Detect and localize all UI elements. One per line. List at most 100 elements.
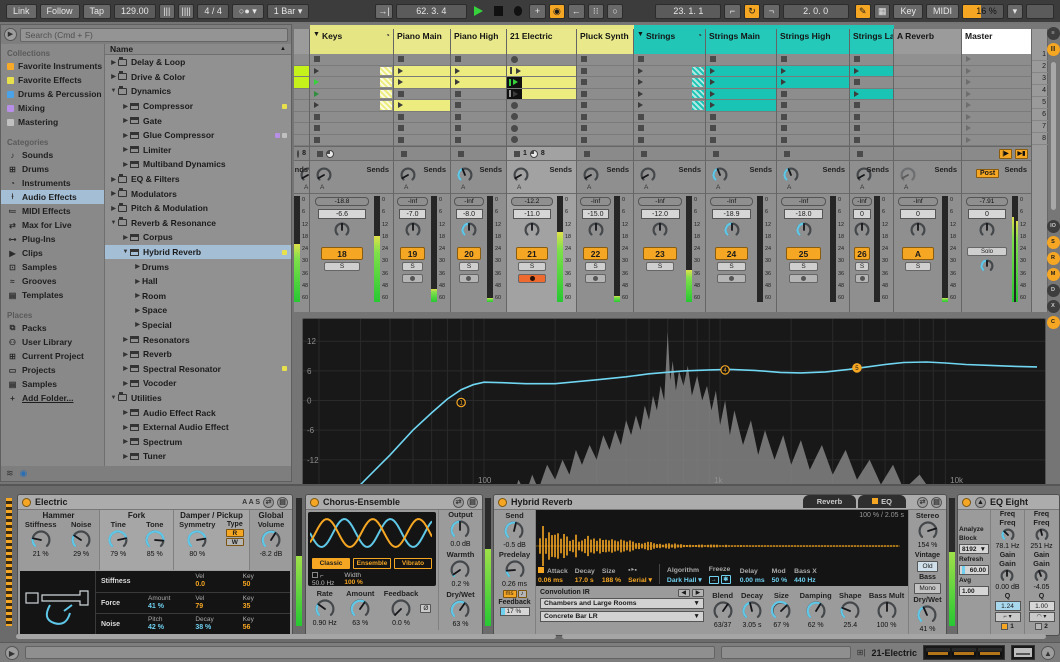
track-number-button[interactable]: 19 xyxy=(400,246,425,260)
noise-decay-field[interactable]: Decay 38 % xyxy=(195,616,242,633)
place-projects[interactable]: ▭ Projects xyxy=(1,363,104,377)
re-enable-automation-icon[interactable]: ← xyxy=(568,3,585,19)
arm-button[interactable] xyxy=(855,273,869,283)
freeze-buttons[interactable]: Freeze → ✱ xyxy=(708,566,733,584)
clip-launch-button[interactable] xyxy=(515,67,521,74)
clip-slot[interactable] xyxy=(577,89,633,100)
clip-slot[interactable] xyxy=(634,112,705,123)
session-record-button[interactable]: ○ xyxy=(606,3,624,19)
clip-slot[interactable] xyxy=(394,54,450,66)
clip-launch-button[interactable] xyxy=(854,90,859,97)
avg-field[interactable]: 1.00 xyxy=(959,586,989,596)
clip-slot[interactable] xyxy=(850,54,893,66)
device-activator-toggle[interactable] xyxy=(22,497,31,507)
place-user-library[interactable]: ⚇ User Library xyxy=(1,335,104,349)
clip-launch-button[interactable] xyxy=(710,79,715,86)
midi-map-button[interactable]: MIDI xyxy=(925,3,959,19)
clip-slot[interactable] xyxy=(850,123,893,135)
clip-slot[interactable] xyxy=(507,123,576,135)
clip-slot[interactable] xyxy=(850,112,893,123)
track-number-button[interactable]: 25 xyxy=(786,246,821,260)
session-view-toggle[interactable]: ||| xyxy=(1046,43,1060,56)
ir-category-select[interactable]: Chambers and Large Rooms ▼ xyxy=(540,598,704,609)
clip-slot[interactable] xyxy=(777,54,849,66)
clip-slot[interactable] xyxy=(777,135,849,146)
clip-stop-button[interactable] xyxy=(455,136,461,143)
solo-button[interactable]: Solo xyxy=(967,246,1007,256)
track-stop-button[interactable] xyxy=(713,150,719,157)
clip-slot[interactable] xyxy=(310,54,393,66)
clip-slot[interactable] xyxy=(451,77,506,89)
clip-stop-button[interactable] xyxy=(781,125,787,132)
tree-item-delay-loop[interactable]: ▶ Delay & Loop xyxy=(105,55,291,70)
collection-mixing[interactable]: Mixing xyxy=(1,101,104,115)
clip-slot[interactable] xyxy=(634,89,705,100)
scene-launch-button[interactable] xyxy=(966,113,971,120)
place-samples[interactable]: ▤ Samples xyxy=(1,377,104,391)
rate-knob[interactable]: Rate 0.90 Hz xyxy=(313,589,337,628)
arm-button[interactable] xyxy=(788,273,819,283)
clip-slot[interactable] xyxy=(706,135,776,146)
block-select[interactable]: 8192 ▼ xyxy=(959,544,989,554)
device-overview-extra[interactable] xyxy=(1011,645,1035,660)
clip-stop-button[interactable] xyxy=(638,56,644,63)
clip-stop-button[interactable] xyxy=(638,113,644,120)
tree-arrow-icon[interactable]: ▶ xyxy=(133,278,142,285)
track-header-piano-main[interactable]: Piano Main xyxy=(394,29,450,54)
key-map-button[interactable]: Key xyxy=(893,3,923,19)
group-slot-button[interactable] xyxy=(314,102,319,109)
back-to-arrangement-button[interactable]: |▶ xyxy=(999,148,1012,159)
clip-stop-button[interactable] xyxy=(710,56,716,63)
tree-arrow-icon[interactable]: ▶ xyxy=(121,380,130,387)
clip-slot[interactable] xyxy=(894,100,961,112)
tree-item-reverb[interactable]: ▶ Reverb xyxy=(105,347,291,362)
tree-item-utilities[interactable]: ▼ Utilities xyxy=(105,391,291,406)
clip-stop-button[interactable] xyxy=(398,90,404,97)
band2-filter-type-select[interactable]: ◠ ▾ xyxy=(1028,611,1055,622)
tree-arrow-icon[interactable]: ▶ xyxy=(121,453,130,460)
tree-name-column-header[interactable]: Name xyxy=(110,44,133,54)
play-button[interactable] xyxy=(473,6,483,16)
tree-item-room[interactable]: ▶ Room xyxy=(105,289,291,304)
scene-launch-button[interactable] xyxy=(966,125,971,132)
tine-knob[interactable]: Tine 79 % xyxy=(107,520,129,559)
clip-slot[interactable] xyxy=(962,77,1031,89)
arrangement-position-field[interactable]: 62. 3. 4 xyxy=(395,3,467,19)
tree-item-modulators[interactable]: ▶ Modulators xyxy=(105,186,291,201)
clip-stop-button[interactable] xyxy=(710,125,716,132)
tree-item-drums[interactable]: ▶ Drums xyxy=(105,259,291,274)
volume-field[interactable]: 0 xyxy=(853,208,871,219)
stiffness-knob[interactable]: Stiffness 21 % xyxy=(25,520,57,559)
pan-knob[interactable] xyxy=(651,221,669,244)
clip-record-button[interactable] xyxy=(511,101,518,109)
clip-slot[interactable] xyxy=(294,65,309,77)
band1-toggle[interactable] xyxy=(1001,622,1009,630)
sidebar-item-grooves[interactable]: ≈ Grooves xyxy=(1,274,104,288)
tree-item-tuner[interactable]: ▶ Tuner xyxy=(105,449,291,464)
device-activator-toggle[interactable] xyxy=(498,497,507,507)
clip-slot[interactable] xyxy=(777,65,849,77)
solo-button[interactable]: S xyxy=(855,262,869,271)
clip-slot[interactable] xyxy=(962,123,1031,135)
draw-mode-icon[interactable]: ✎ xyxy=(854,3,872,19)
clip-slot[interactable] xyxy=(394,65,450,77)
tree-arrow-icon[interactable]: ▶ xyxy=(121,146,130,153)
tree-arrow-icon[interactable]: ▶ xyxy=(121,424,130,431)
clip-slot[interactable] xyxy=(962,89,1031,100)
analyze-toggle[interactable]: Analyze xyxy=(959,526,989,533)
clip-launch-button[interactable] xyxy=(781,67,786,74)
clip-stop-button[interactable] xyxy=(854,113,860,120)
save-preset-icon[interactable]: ▤ xyxy=(467,496,478,508)
clip-slot[interactable] xyxy=(310,89,393,100)
track-stop-button[interactable] xyxy=(317,150,323,157)
place-current-project[interactable]: ⊞ Current Project xyxy=(1,349,104,363)
clip-slot[interactable] xyxy=(962,135,1031,146)
clip-slot[interactable] xyxy=(310,112,393,123)
clip-slot[interactable] xyxy=(394,112,450,123)
clip-slot[interactable] xyxy=(294,54,309,66)
tone-knob[interactable]: Tone 85 % xyxy=(144,520,166,559)
clip-slot[interactable] xyxy=(577,112,633,123)
clip-stop-button[interactable] xyxy=(854,56,860,63)
noise-pitch-field[interactable]: Pitch 42 % xyxy=(148,616,195,633)
peak-level-field[interactable]: -Inf xyxy=(780,197,827,206)
